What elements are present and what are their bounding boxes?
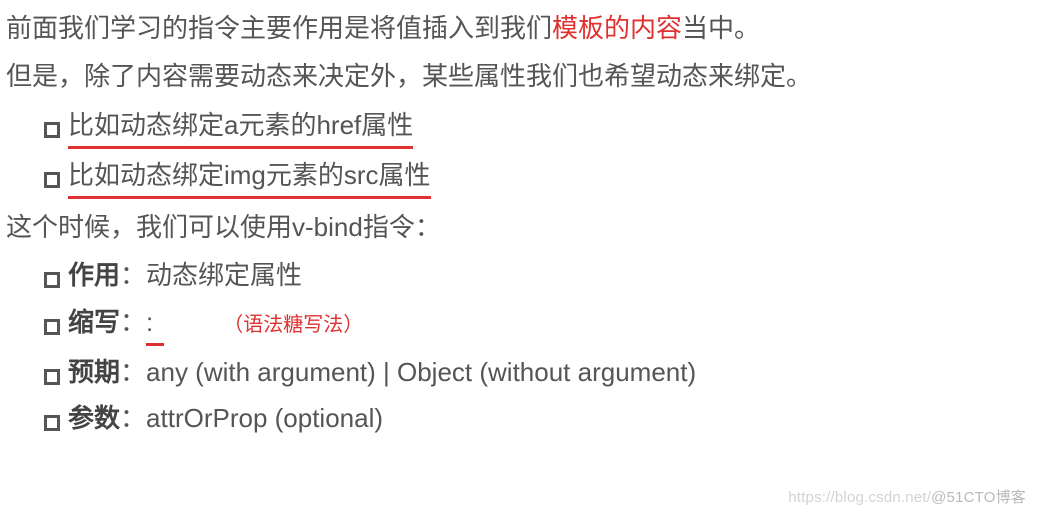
square-bullet-icon [44, 122, 60, 138]
square-bullet-icon [44, 272, 60, 288]
paragraph-1: 前面我们学习的指令主要作用是将值插入到我们模板的内容当中。 [6, 8, 1036, 48]
square-bullet-icon [44, 172, 60, 188]
example-text-2: 比如动态绑定img元素的src属性 [68, 155, 431, 199]
square-bullet-icon [44, 415, 60, 431]
example-list: 比如动态绑定a元素的href属性 比如动态绑定img元素的src属性 [6, 105, 1036, 200]
square-bullet-icon [44, 369, 60, 385]
detail-item-expects: 预期：any (with argument) | Object (without… [44, 352, 1036, 392]
detail-text: 缩写：: （语法糖写法） [68, 302, 363, 346]
detail-value-usage: 动态绑定属性 [146, 260, 302, 290]
detail-text: 作用：动态绑定属性 [68, 255, 302, 295]
detail-list: 作用：动态绑定属性 缩写：: （语法糖写法） 预期：any (with argu… [6, 255, 1036, 438]
detail-value-expects: any (with argument) | Object (without ar… [146, 357, 696, 387]
detail-value-argument: attrOrProp (optional) [146, 403, 383, 433]
detail-text: 预期：any (with argument) | Object (without… [68, 352, 696, 392]
paragraph-2: 但是，除了内容需要动态来决定外，某些属性我们也希望动态来绑定。 [6, 56, 1036, 96]
detail-label-expects: 预期 [68, 357, 120, 387]
para1-after: 当中。 [682, 13, 760, 43]
detail-text: 参数：attrOrProp (optional) [68, 398, 383, 438]
watermark-faint: https://blog.csdn.net/ [788, 489, 931, 506]
detail-label-argument: 参数 [68, 403, 120, 433]
detail-item-usage: 作用：动态绑定属性 [44, 255, 1036, 295]
example-text-1: 比如动态绑定a元素的href属性 [68, 105, 413, 149]
annotation-syntactic-sugar: （语法糖写法） [223, 314, 363, 336]
watermark-overlay: @51CTO博客 [931, 489, 1026, 506]
example-item-2: 比如动态绑定img元素的src属性 [44, 155, 1036, 199]
para1-highlight: 模板的内容 [552, 13, 682, 43]
detail-label-usage: 作用 [68, 260, 120, 290]
example-item-1: 比如动态绑定a元素的href属性 [44, 105, 1036, 149]
square-bullet-icon [44, 319, 60, 335]
detail-item-shorthand: 缩写：: （语法糖写法） [44, 302, 1036, 346]
para1-before: 前面我们学习的指令主要作用是将值插入到我们 [6, 13, 552, 43]
detail-label-shorthand: 缩写 [68, 307, 120, 337]
watermark: https://blog.csdn.net/@51CTO博客 [788, 486, 1026, 509]
paragraph-3: 这个时候，我们可以使用v-bind指令： [6, 207, 1036, 247]
detail-item-argument: 参数：attrOrProp (optional) [44, 398, 1036, 438]
detail-value-shorthand: : [146, 302, 164, 346]
